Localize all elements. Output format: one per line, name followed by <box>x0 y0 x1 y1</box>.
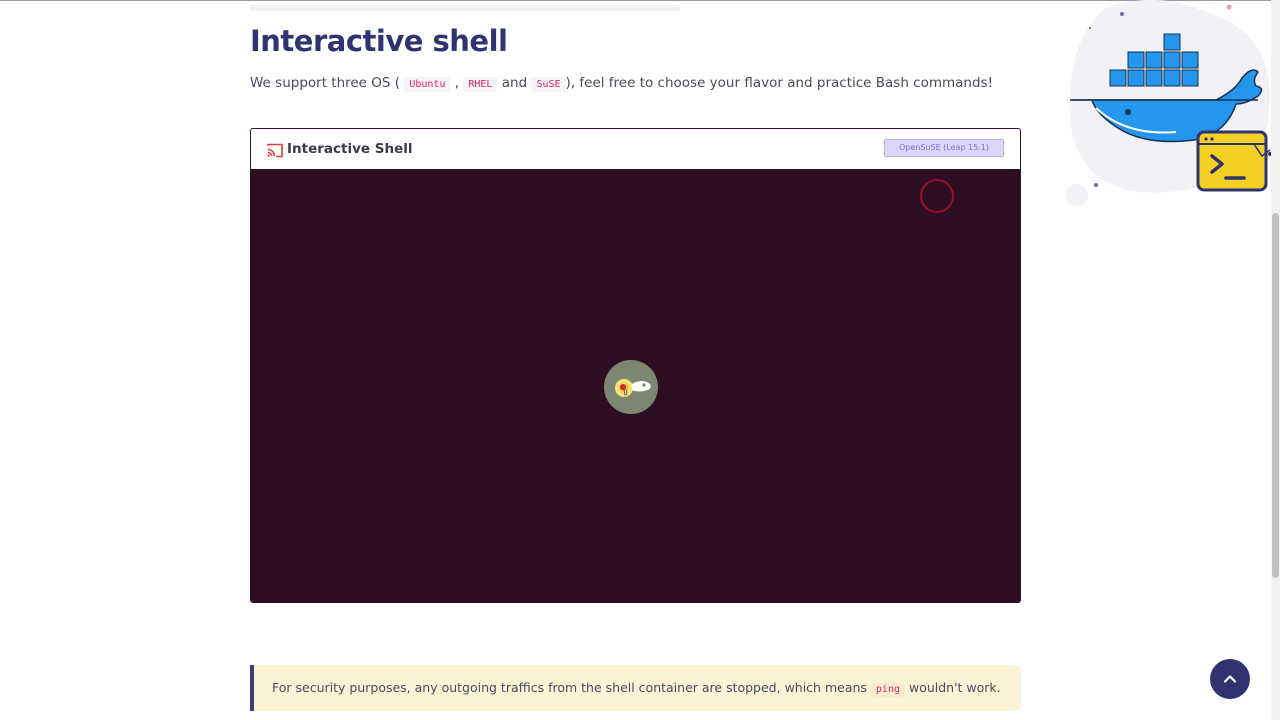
scrollbar-thumb[interactable] <box>1272 213 1279 578</box>
note-suffix: wouldn't work. <box>908 680 1001 695</box>
intro-prefix: We support three OS ( <box>250 75 401 91</box>
opensuse-chameleon-loading-icon <box>604 360 658 414</box>
loading-ring-icon <box>920 179 954 213</box>
back-to-top-button[interactable] <box>1210 659 1250 699</box>
intro-and: and <box>501 75 528 91</box>
intro-paragraph: We support three OS ( Ubuntu , RHEL and … <box>250 75 1030 92</box>
os-select-dropdown[interactable]: OpenSuSE (Leap 15.1) <box>884 139 1004 157</box>
interactive-shell-panel: Interactive Shell OpenSuSE (Leap 15.1) <box>250 128 1021 603</box>
shell-header: Interactive Shell OpenSuSE (Leap 15.1) <box>251 129 1020 170</box>
note-prefix: For security purposes, any outgoing traf… <box>272 680 867 695</box>
shell-title: Interactive Shell <box>287 141 413 157</box>
page-title: Interactive shell <box>250 24 508 58</box>
intro-suffix: ), feel free to choose your flavor and p… <box>565 75 994 91</box>
note-code-ping: ping <box>870 682 905 697</box>
security-note: For security purposes, any outgoing traf… <box>250 665 1021 711</box>
os-code-suse: SuSE <box>531 77 566 92</box>
os-code-ubuntu: Ubuntu <box>404 77 451 92</box>
faded-previous-content <box>250 5 680 11</box>
cast-icon <box>267 143 283 158</box>
security-note-text: For security purposes, any outgoing traf… <box>272 680 1001 697</box>
terminal-area[interactable] <box>251 170 1020 602</box>
docker-whale-terminal-icon <box>1066 0 1272 212</box>
intro-separator: , <box>454 75 460 91</box>
os-code-rhel: RHEL <box>463 77 498 92</box>
